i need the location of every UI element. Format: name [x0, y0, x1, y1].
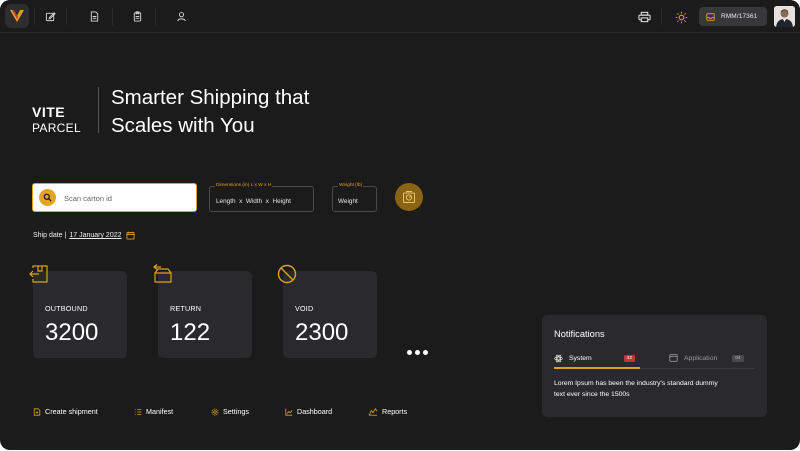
calendar-icon[interactable] — [125, 231, 135, 240]
nav-separator — [66, 8, 67, 25]
stat-value: 122 — [170, 319, 211, 346]
menu-dashboard[interactable]: Dashboard — [285, 407, 332, 416]
dimensions-label: Dimensions (in) L x W x H — [215, 183, 273, 188]
outbound-box-icon — [28, 263, 50, 285]
system-count-badge: 42 — [623, 354, 636, 362]
user-icon[interactable] — [175, 10, 187, 22]
document-icon[interactable] — [88, 10, 100, 22]
menu-label: Reports — [382, 407, 408, 416]
menu-reports[interactable]: Reports — [368, 407, 407, 416]
scan-placeholder: Scan carton id — [64, 194, 112, 203]
nav-separator — [155, 8, 156, 25]
edit-icon[interactable] — [44, 10, 56, 22]
gear-icon — [211, 408, 219, 416]
ship-date-value[interactable]: 17 January 2022 — [69, 232, 121, 239]
dot — [415, 350, 420, 355]
avatar[interactable] — [774, 6, 795, 27]
page-tagline: Smarter Shipping that Scales with You — [111, 86, 310, 137]
scale-icon — [403, 191, 415, 203]
brand-name-line1: VITE — [32, 104, 66, 120]
dot — [423, 350, 428, 355]
weight-field[interactable]: Weight (lb) Weight — [332, 183, 377, 212]
stat-value: 3200 — [45, 319, 99, 346]
menu-label: Settings — [223, 407, 249, 416]
create-shipment-icon — [33, 407, 41, 416]
list-icon — [134, 408, 142, 416]
notifications-panel: Notifications System 42 Application 04 L… — [542, 315, 767, 417]
tab-label: System — [569, 354, 592, 362]
ship-date-label: Ship date | — [33, 232, 67, 239]
window-icon — [669, 354, 678, 362]
dimensions-value: Length x Width x Height — [216, 198, 291, 205]
logo-icon — [10, 10, 24, 22]
application-count-badge: 04 — [732, 354, 744, 362]
stat-label: RETURN — [170, 304, 202, 313]
return-box-icon — [152, 263, 174, 285]
notification-message[interactable]: Lorem Ipsum has been the industry's stan… — [554, 379, 729, 400]
more-stats-button[interactable] — [407, 350, 428, 355]
menu-label: Manifest — [146, 407, 174, 416]
nav-separator — [34, 8, 35, 25]
void-icon — [276, 263, 298, 285]
menu-create-shipment[interactable]: Create shipment — [33, 407, 98, 416]
notifications-title: Notifications — [554, 329, 605, 339]
tab-label: Application — [684, 354, 718, 362]
reports-icon — [368, 407, 378, 416]
brand-name-line2: PARCEL — [32, 121, 81, 135]
menu-label: Create shipment — [45, 407, 98, 416]
clipboard-icon[interactable] — [131, 10, 143, 22]
app-window: RMM/17361 VITE PARCEL Smarter Shipping t… — [0, 0, 800, 450]
brand-divider — [98, 87, 99, 133]
stat-label: VOID — [295, 304, 314, 313]
user-account-chip[interactable]: RMM/17361 — [699, 7, 767, 26]
menu-label: Dashboard — [297, 407, 333, 416]
printer-icon[interactable] — [637, 10, 651, 24]
dimensions-field[interactable]: Dimensions (in) L x W x H Length x Width… — [209, 183, 314, 212]
weight-label: Weight (lb) — [338, 183, 364, 188]
sun-icon[interactable] — [674, 10, 688, 24]
active-tab-indicator — [554, 367, 640, 369]
home-logo-button[interactable] — [5, 4, 29, 28]
menu-settings[interactable]: Settings — [211, 407, 249, 416]
weigh-scale-button[interactable] — [395, 183, 423, 211]
search-icon[interactable] — [39, 189, 56, 206]
weight-value: Weight — [338, 198, 358, 205]
nav-separator — [112, 8, 113, 25]
top-bar: RMM/17361 — [0, 0, 800, 33]
nav-separator — [661, 8, 662, 25]
inbox-icon — [706, 12, 715, 21]
menu-manifest[interactable]: Manifest — [134, 407, 173, 416]
stat-value: 2300 — [295, 319, 349, 346]
user-id: RMM/17361 — [721, 13, 758, 20]
scan-carton-input[interactable]: Scan carton id — [32, 183, 197, 212]
atom-icon — [554, 354, 563, 363]
ship-date: Ship date | 17 January 2022 — [33, 231, 135, 240]
tab-system[interactable]: System 42 — [554, 350, 636, 366]
tab-application[interactable]: Application 04 — [669, 350, 744, 366]
chart-icon — [285, 408, 293, 416]
stat-label: OUTBOUND — [45, 304, 88, 313]
dot — [407, 350, 412, 355]
